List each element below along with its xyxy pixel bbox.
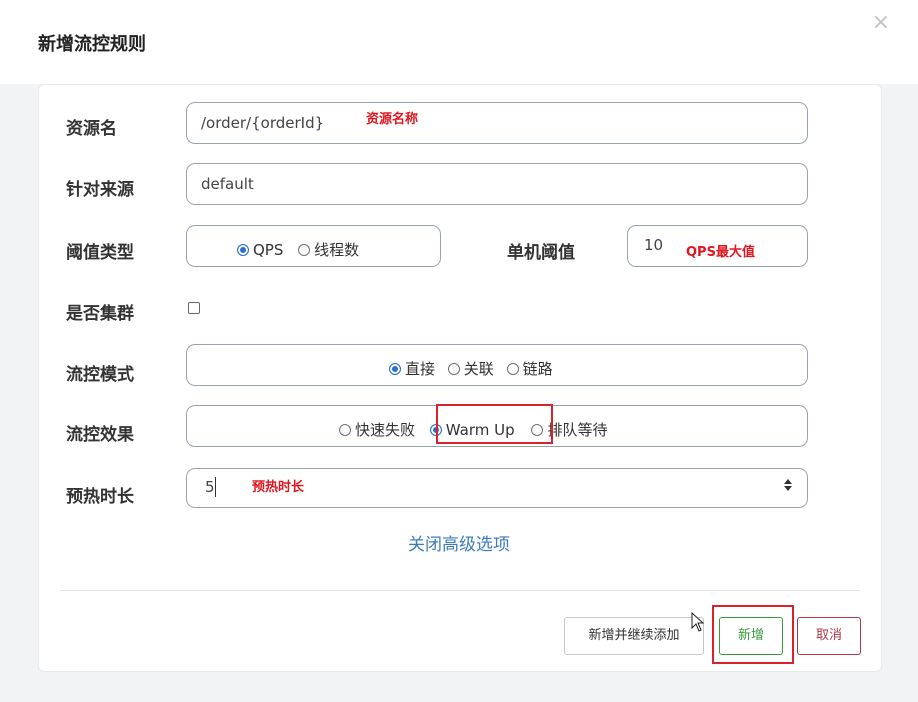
threshold-option-qps-label: QPS <box>253 241 284 259</box>
resource-annotation: 资源名称 <box>366 112 419 127</box>
origin-label: 针对来源 <box>66 180 134 200</box>
threshold-option-threads[interactable]: 线程数 <box>298 239 359 260</box>
footer-divider <box>60 590 860 591</box>
radio-icon[interactable] <box>339 424 351 436</box>
threshold-option-qps[interactable]: QPS <box>237 241 283 259</box>
resource-value: /order/{orderId} <box>201 114 325 132</box>
flow-effect-label: 流控效果 <box>66 425 134 445</box>
flow-mode-option-direct-label: 直接 <box>405 360 436 378</box>
single-threshold-value: 10 <box>644 236 664 254</box>
radio-selected-icon[interactable] <box>389 363 401 375</box>
dialog-title: 新增流控规则 <box>38 34 146 55</box>
add-button[interactable]: 新增 <box>719 617 783 655</box>
threshold-option-threads-label: 线程数 <box>314 241 360 259</box>
resource-input[interactable]: /order/{orderId} <box>186 102 808 144</box>
single-threshold-label: 单机阈值 <box>507 243 575 263</box>
radio-icon[interactable] <box>506 363 519 375</box>
origin-value: default <box>201 175 254 193</box>
origin-input[interactable]: default <box>186 163 808 205</box>
radio-icon[interactable] <box>447 363 460 375</box>
flow-mode-group: 直接 关联 链路 <box>186 344 808 386</box>
radio-icon[interactable] <box>298 244 311 256</box>
add-and-continue-button[interactable]: 新增并继续添加 <box>564 617 704 655</box>
flow-mode-label: 流控模式 <box>66 365 134 385</box>
text-caret <box>215 477 216 497</box>
cluster-label: 是否集群 <box>66 304 134 324</box>
modal-header: 新增流控规则 × <box>0 0 918 84</box>
flow-mode-option-related-label: 关联 <box>463 360 494 378</box>
warmup-value: 5 <box>205 478 215 496</box>
threshold-type-group: QPS 线程数 <box>186 225 441 267</box>
flow-mode-option-chain-label: 链路 <box>522 360 553 378</box>
flow-effect-option-queue-label: 排队等待 <box>547 421 608 439</box>
toggle-advanced-link[interactable]: 关闭高级选项 <box>0 530 918 555</box>
mouse-cursor-icon <box>691 612 705 632</box>
flow-mode-option-direct[interactable]: 直接 <box>389 358 435 379</box>
flow-effect-option-fast-fail[interactable]: 快速失败 <box>339 419 415 440</box>
threshold-type-label: 阈值类型 <box>66 243 134 263</box>
spinner-arrows-icon[interactable] <box>783 478 793 492</box>
flow-mode-option-related[interactable]: 关联 <box>447 358 494 379</box>
cluster-checkbox[interactable] <box>188 302 200 314</box>
flow-mode-option-chain[interactable]: 链路 <box>506 358 553 379</box>
close-icon[interactable]: × <box>872 12 890 34</box>
warmup-highlight-box <box>436 404 553 444</box>
single-threshold-annotation: QPS最大值 <box>686 245 755 260</box>
resource-label: 资源名 <box>66 119 117 139</box>
flow-effect-option-fast-fail-label: 快速失败 <box>355 421 416 439</box>
warmup-annotation: 预热时长 <box>252 480 305 495</box>
radio-selected-icon[interactable] <box>237 244 249 256</box>
cancel-button[interactable]: 取消 <box>797 617 861 655</box>
warmup-label: 预热时长 <box>66 487 134 507</box>
